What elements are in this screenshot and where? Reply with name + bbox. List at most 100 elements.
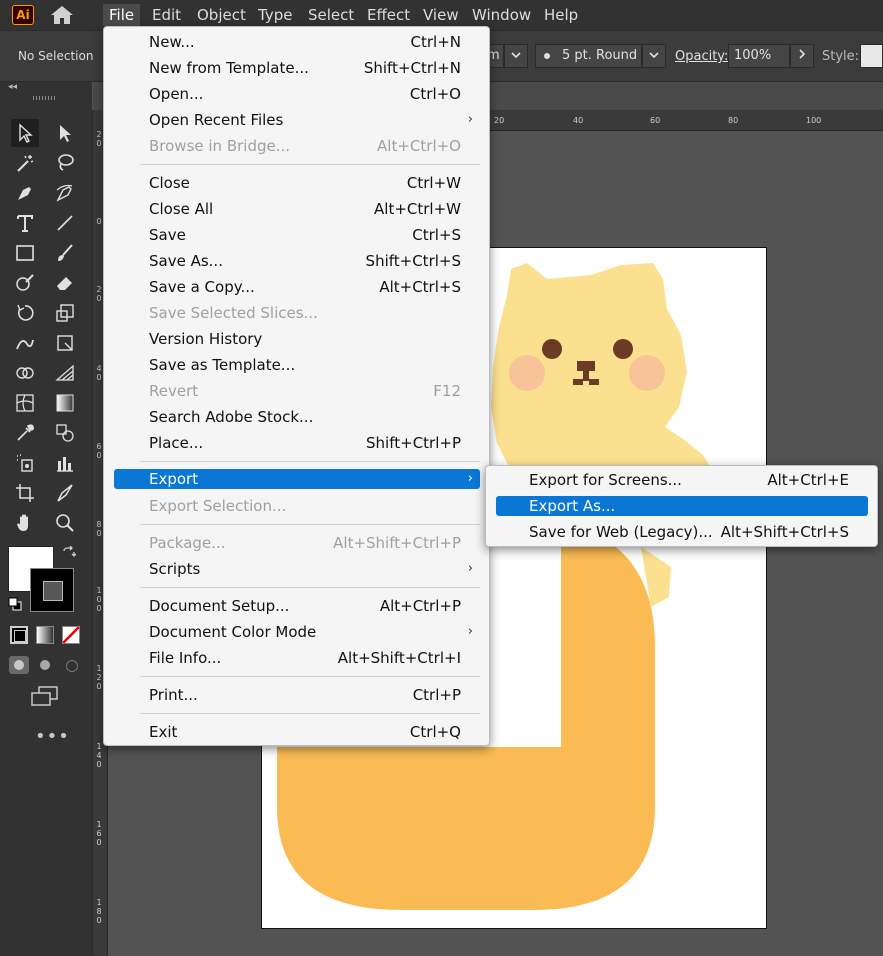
submenu-item-save-for-web[interactable]: Save for Web (Legacy)... Alt+Shift+Ctrl+S xyxy=(496,522,868,542)
rotate-tool[interactable] xyxy=(11,299,39,327)
menu-item-save-a-copy[interactable]: Save a Copy... Alt+Ctrl+S xyxy=(114,274,480,300)
menu-separator xyxy=(140,461,480,462)
brush-dropdown[interactable] xyxy=(642,44,666,68)
lasso-tool[interactable] xyxy=(51,149,79,177)
app-logo: Ai xyxy=(12,5,34,25)
menu-item-scripts[interactable]: Scripts › xyxy=(114,556,480,582)
column-graph-icon xyxy=(57,457,73,472)
stroke-swatch[interactable] xyxy=(30,568,74,612)
menu-help[interactable]: Help xyxy=(538,4,584,26)
slice-tool[interactable] xyxy=(51,479,79,507)
zoom-tool[interactable] xyxy=(51,509,79,537)
line-segment-tool[interactable] xyxy=(51,209,79,237)
shaper-tool[interactable] xyxy=(11,269,39,297)
submenu-item-export-for-screens[interactable]: Export for Screens... Alt+Ctrl+E xyxy=(496,470,868,490)
magic-wand-tool[interactable] xyxy=(11,149,39,177)
scale-tool[interactable] xyxy=(51,299,79,327)
graphic-style-swatch[interactable] xyxy=(860,44,883,68)
edit-toolbar-icon[interactable]: ••• xyxy=(35,726,70,747)
submenu-item-export-as[interactable]: Export As... xyxy=(496,496,868,516)
eraser-tool[interactable] xyxy=(51,269,79,297)
home-icon[interactable] xyxy=(48,4,76,26)
menu-item-save[interactable]: Save Ctrl+S xyxy=(114,222,480,248)
menu-item-close-all[interactable]: Close All Alt+Ctrl+W xyxy=(114,196,480,222)
selection-tool[interactable] xyxy=(11,119,39,147)
menu-item-open[interactable]: Open... Ctrl+O xyxy=(114,81,480,107)
menu-item-version-history[interactable]: Version History xyxy=(114,326,480,352)
menu-object[interactable]: Object xyxy=(191,4,252,26)
menu-item-revert: Revert F12 xyxy=(149,382,461,400)
column-graph-tool[interactable] xyxy=(51,449,79,477)
blend-tool[interactable] xyxy=(51,419,79,447)
menu-item-search-adobe-stock[interactable]: Search Adobe Stock... xyxy=(114,404,480,430)
menu-select[interactable]: Select xyxy=(302,4,360,26)
direct-selection-tool[interactable] xyxy=(51,119,79,147)
file-menu-dropdown: New... Ctrl+N New from Template... Shift+C… xyxy=(103,26,490,746)
free-transform-tool[interactable] xyxy=(51,329,79,357)
shape-builder-tool[interactable] xyxy=(11,359,39,387)
style-label: Style: xyxy=(822,49,860,64)
brush-definition-field[interactable]: 5 pt. Round xyxy=(535,44,642,68)
menu-edit[interactable]: Edit xyxy=(146,4,187,26)
submenu-arrow-icon: › xyxy=(467,561,473,576)
color-button[interactable] xyxy=(10,626,28,644)
draw-inside-button[interactable] xyxy=(61,656,81,674)
swap-fill-stroke-icon[interactable] xyxy=(62,546,76,560)
menu-item-new-from-template[interactable]: New from Template... Shift+Ctrl+N xyxy=(114,55,480,81)
type-tool[interactable] xyxy=(11,209,39,237)
menu-item-document-color-mode[interactable]: Document Color Mode › xyxy=(114,619,480,645)
menu-file[interactable]: File xyxy=(103,4,141,26)
toolbar-grip[interactable] xyxy=(33,96,57,100)
mesh-icon xyxy=(16,394,34,412)
perspective-grid-icon xyxy=(55,364,74,381)
pen-tool[interactable] xyxy=(11,179,39,207)
rectangle-tool[interactable] xyxy=(11,239,39,267)
stroke-weight-dropdown[interactable] xyxy=(504,44,528,68)
collapse-icon[interactable]: ◂◂ xyxy=(8,82,17,92)
hand-tool[interactable] xyxy=(11,509,39,537)
submenu-arrow-icon: › xyxy=(467,471,473,486)
menu-item-place[interactable]: Place... Shift+Ctrl+P xyxy=(114,430,480,456)
draw-normal-button[interactable] xyxy=(9,656,29,674)
ruler-tick: 20 xyxy=(494,116,505,125)
menu-item-print[interactable]: Print... Ctrl+P xyxy=(114,682,480,708)
paintbrush-icon xyxy=(58,244,73,261)
chevron-right-icon xyxy=(799,49,806,59)
artboard-tool[interactable] xyxy=(11,479,39,507)
opacity-field[interactable]: 100% xyxy=(728,44,790,68)
opacity-label[interactable]: Opacity: xyxy=(675,49,728,64)
perspective-grid-tool[interactable] xyxy=(51,359,79,387)
stroke-swatch-inner xyxy=(43,581,63,601)
menu-window[interactable]: Window xyxy=(466,4,537,26)
draw-behind-button[interactable] xyxy=(35,656,55,674)
curvature-tool[interactable] xyxy=(51,179,79,207)
opacity-expand-button[interactable] xyxy=(790,44,814,68)
ruler-tick: 100 xyxy=(806,116,822,125)
paintbrush-tool[interactable] xyxy=(51,239,79,267)
menu-item-document-setup[interactable]: Document Setup... Alt+Ctrl+P xyxy=(114,593,480,619)
menu-item-file-info[interactable]: File Info... Alt+Shift+Ctrl+I xyxy=(114,645,480,671)
menu-item-open-recent[interactable]: Open Recent Files › xyxy=(114,107,480,133)
export-submenu: Export for Screens... Alt+Ctrl+E Export A… xyxy=(485,465,878,547)
default-fill-stroke-icon[interactable] xyxy=(8,597,22,611)
symbol-sprayer-tool[interactable] xyxy=(11,449,39,477)
gradient-button[interactable] xyxy=(36,626,54,644)
menu-item-exit[interactable]: Exit Ctrl+Q xyxy=(114,719,480,745)
gradient-tool[interactable] xyxy=(51,389,79,417)
none-button[interactable] xyxy=(62,626,80,644)
menu-item-close[interactable]: Close Ctrl+W xyxy=(114,170,480,196)
menu-item-export[interactable]: Export › xyxy=(114,469,480,489)
scale-icon xyxy=(56,304,74,322)
menu-effect[interactable]: Effect xyxy=(361,4,416,26)
menu-view[interactable]: View xyxy=(417,4,465,26)
change-screen-mode-icon[interactable] xyxy=(30,686,60,708)
menu-item-save-as-template[interactable]: Save as Template... xyxy=(114,352,480,378)
mesh-tool[interactable] xyxy=(11,389,39,417)
slice-icon xyxy=(57,484,73,502)
menu-item-save-as[interactable]: Save As... Shift+Ctrl+S xyxy=(114,248,480,274)
eyedropper-tool[interactable] xyxy=(11,419,39,447)
menu-type[interactable]: Type xyxy=(252,4,298,26)
warp-tool[interactable] xyxy=(11,329,39,357)
menu-item-new[interactable]: New... Ctrl+N xyxy=(114,29,480,55)
selection-status: No Selection xyxy=(18,49,94,63)
